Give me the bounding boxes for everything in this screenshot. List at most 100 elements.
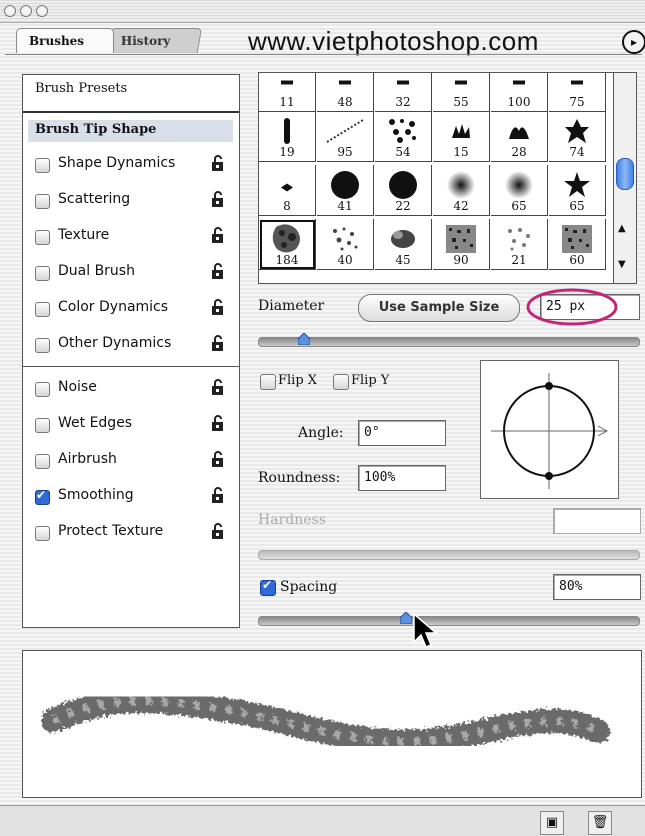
brush-size-label: 19 <box>279 145 295 159</box>
tab-brushes[interactable]: Brushes <box>16 28 114 53</box>
option-checkbox[interactable] <box>35 382 50 397</box>
zoom-button[interactable] <box>36 5 48 17</box>
brush-size-label: 74 <box>569 145 585 159</box>
diameter-slider[interactable] <box>258 337 640 347</box>
sidebar-item-airbrush[interactable]: Airbrush <box>23 445 239 479</box>
brush-preset-cell[interactable]: 184 <box>259 219 316 270</box>
sidebar-item-label: Shape Dynamics <box>58 155 176 171</box>
brush-size-label: 11 <box>279 95 295 109</box>
angle-roundness-widget[interactable] <box>480 360 619 499</box>
sidebar-item-dual-brush[interactable]: Dual Brush <box>23 257 239 291</box>
brush-preset-cell[interactable]: 60 <box>549 219 606 270</box>
option-checkbox[interactable] <box>35 488 50 505</box>
sidebar-item-protect-texture[interactable]: Protect Texture <box>23 517 239 551</box>
brush-preset-cell[interactable]: 75 <box>549 73 606 112</box>
brush-preset-cell[interactable]: 22 <box>375 165 432 216</box>
brush-preset-cell[interactable]: 95 <box>317 111 374 162</box>
brush-preset-cell[interactable]: 41 <box>317 165 374 216</box>
sidebar-item-noise[interactable]: Noise <box>23 373 239 407</box>
brush-size-label: 42 <box>453 199 469 213</box>
lock-icon[interactable] <box>211 335 225 352</box>
brush-preset-cell[interactable]: 32 <box>375 73 432 112</box>
brush-preset-cell[interactable]: 65 <box>549 165 606 216</box>
sidebar-item-scattering[interactable]: Scattering <box>23 185 239 219</box>
sidebar-item-wet-edges[interactable]: Wet Edges <box>23 409 239 443</box>
lock-icon[interactable] <box>211 523 225 540</box>
option-checkbox[interactable] <box>35 526 50 541</box>
lock-icon[interactable] <box>211 451 225 468</box>
spacing-checkbox[interactable] <box>260 578 276 596</box>
lock-icon[interactable] <box>211 191 225 208</box>
use-sample-size-button[interactable]: Use Sample Size <box>358 294 520 322</box>
lock-icon[interactable] <box>211 487 225 504</box>
sidebar-item-smoothing[interactable]: Smoothing <box>23 481 239 515</box>
lock-icon[interactable] <box>211 379 225 396</box>
brush-preset-cell[interactable]: 19 <box>259 111 316 162</box>
sidebar-item-brush-presets[interactable]: Brush Presets <box>23 75 239 109</box>
title-bar <box>0 0 645 23</box>
lock-icon[interactable] <box>211 155 225 172</box>
new-brush-button[interactable]: ▣ <box>540 811 564 835</box>
brush-size-label: 22 <box>395 199 411 213</box>
lock-icon[interactable] <box>211 227 225 244</box>
brush-preset-cell[interactable]: 40 <box>317 219 374 270</box>
brush-tip-icon <box>450 122 472 144</box>
brush-preset-cell[interactable]: 11 <box>259 73 316 112</box>
brush-preset-cell[interactable]: 15 <box>433 111 490 162</box>
scroll-up-arrow-icon[interactable]: ▲ <box>618 223 626 234</box>
brush-tip-icon <box>564 118 590 148</box>
sidebar-item-other-dynamics[interactable]: Other Dynamics <box>23 329 239 363</box>
close-button[interactable] <box>4 5 16 17</box>
brush-tip-icon <box>506 119 532 147</box>
spacing-slider-thumb[interactable] <box>400 612 413 624</box>
option-checkbox[interactable] <box>35 194 50 209</box>
brush-preset-cell[interactable]: 74 <box>549 111 606 162</box>
brush-preset-cell[interactable]: 28 <box>491 111 548 162</box>
brush-preset-cell[interactable]: 48 <box>317 73 374 112</box>
sidebar-item-shape-dynamics[interactable]: Shape Dynamics <box>23 149 239 183</box>
scrollbar-thumb[interactable] <box>616 158 634 190</box>
brush-size-label: 55 <box>453 95 469 109</box>
spacing-input[interactable]: 80% <box>553 574 641 600</box>
minimize-button[interactable] <box>20 5 32 17</box>
option-checkbox[interactable] <box>35 418 50 433</box>
trash-icon: 🗑 <box>591 815 609 830</box>
angle-input[interactable]: 0° <box>358 420 446 446</box>
diameter-slider-thumb[interactable] <box>297 333 310 345</box>
scroll-down-arrow-icon[interactable]: ▼ <box>618 259 626 270</box>
brush-preset-cell[interactable]: 100 <box>491 73 548 112</box>
panel-menu-button[interactable]: ▸ <box>622 30 645 54</box>
brush-size-label: 54 <box>395 145 411 159</box>
flip-x-checkbox[interactable] <box>260 374 276 390</box>
brush-preset-cell[interactable]: 65 <box>491 165 548 216</box>
brush-size-label: 45 <box>395 253 411 267</box>
delete-brush-button[interactable]: 🗑 <box>588 811 612 835</box>
lock-icon[interactable] <box>211 263 225 280</box>
option-checkbox[interactable] <box>35 338 50 353</box>
brush-preset-cell[interactable]: 55 <box>433 73 490 112</box>
roundness-value: 100% <box>364 470 396 485</box>
tab-history[interactable]: History <box>105 28 203 53</box>
option-checkbox[interactable] <box>35 230 50 245</box>
option-checkbox[interactable] <box>35 158 50 173</box>
option-checkbox[interactable] <box>35 266 50 281</box>
panel-bottom-bar: ▣ 🗑 <box>0 805 645 836</box>
sidebar-item-brush-tip-shape[interactable]: Brush Tip Shape <box>23 117 239 145</box>
brush-preset-cell[interactable]: 45 <box>375 219 432 270</box>
brush-preset-cell[interactable]: 54 <box>375 111 432 162</box>
option-checkbox[interactable] <box>35 302 50 317</box>
brush-preset-cell[interactable]: 90 <box>433 219 490 270</box>
mouse-cursor-icon <box>413 612 439 648</box>
brush-preset-cell[interactable]: 21 <box>491 219 548 270</box>
flip-y-checkbox[interactable] <box>333 374 349 390</box>
roundness-input[interactable]: 100% <box>358 465 446 491</box>
grid-scrollbar[interactable]: ▲ ▼ <box>613 72 637 284</box>
brush-preset-cell[interactable]: 8 <box>259 165 316 216</box>
option-checkbox[interactable] <box>35 454 50 469</box>
lock-icon[interactable] <box>211 299 225 316</box>
sidebar-item-color-dynamics[interactable]: Color Dynamics <box>23 293 239 327</box>
sidebar-item-texture[interactable]: Texture <box>23 221 239 255</box>
lock-icon[interactable] <box>211 415 225 432</box>
brush-preset-cell[interactable]: 42 <box>433 165 490 216</box>
spacing-slider[interactable] <box>258 616 640 626</box>
